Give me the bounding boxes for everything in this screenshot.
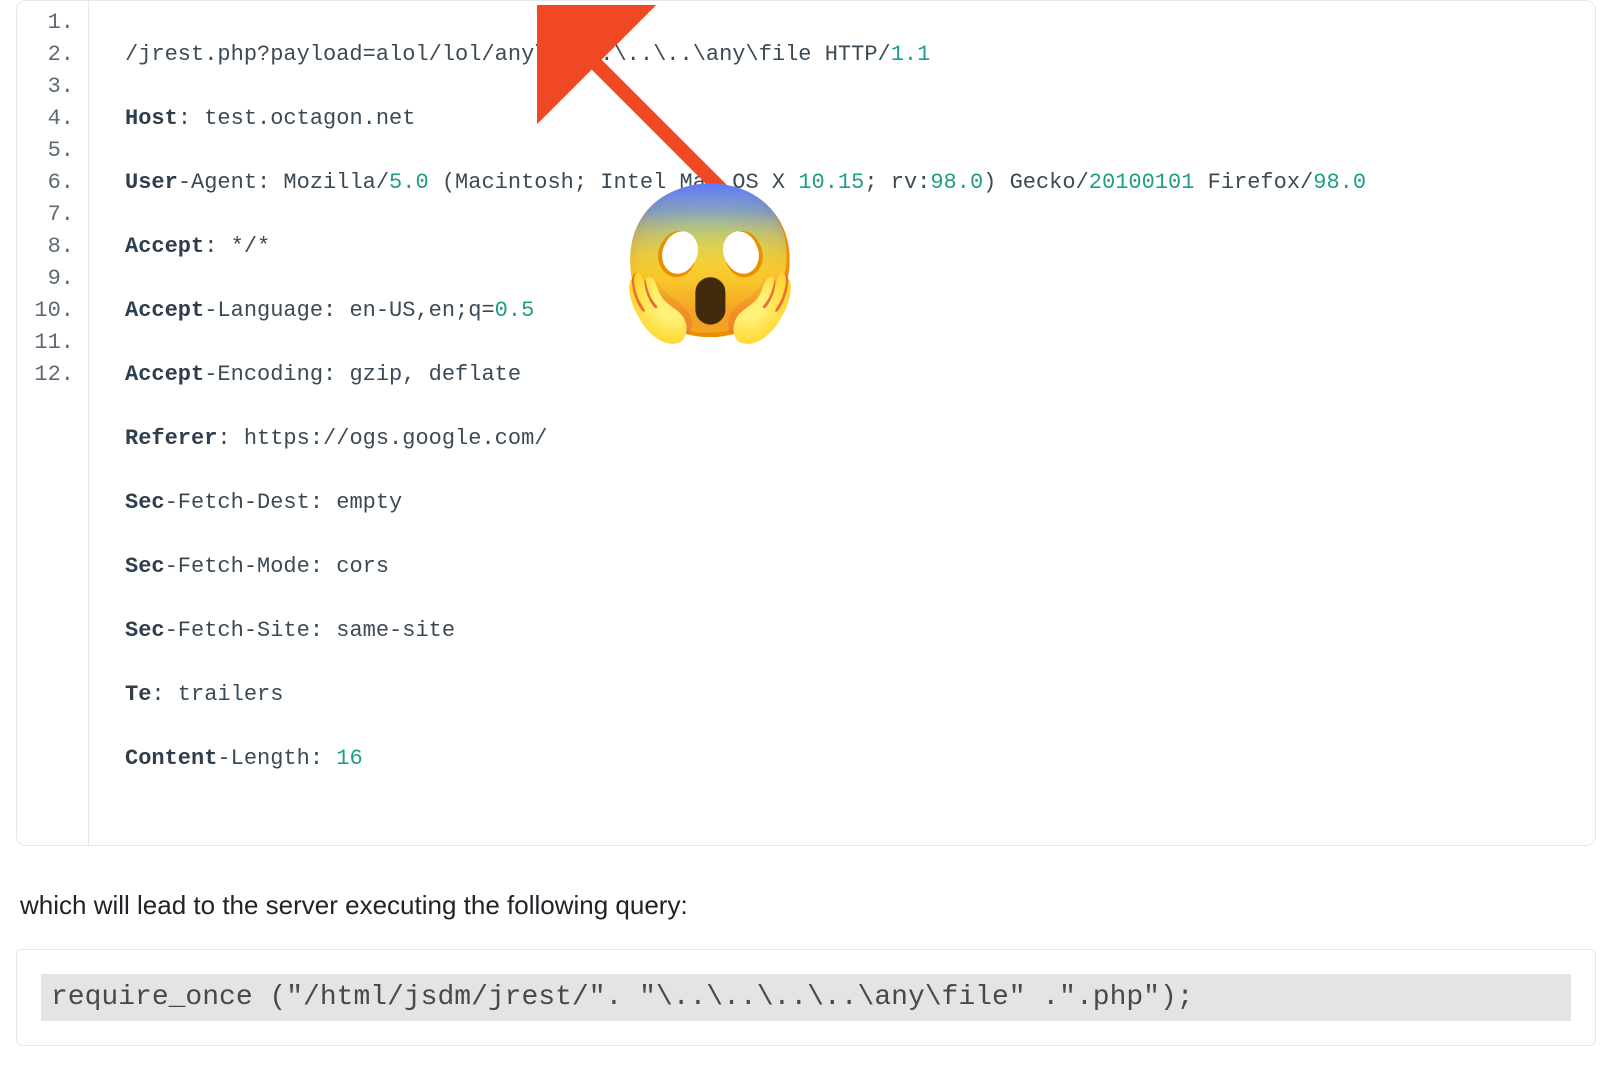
scream-emoji-icon: 😱 — [617, 186, 804, 336]
code-keyword: Content — [125, 746, 217, 771]
code-number: 10.15 — [798, 170, 864, 195]
line-number: 11. — [17, 327, 88, 359]
line-number: 1. — [17, 7, 88, 39]
code-text: -Fetch-Mode: cors — [165, 554, 389, 579]
code-line: Accept-Encoding: gzip, deflate — [125, 359, 1595, 391]
code-number: 1.1 — [891, 42, 931, 67]
code-line: Te: trailers — [125, 679, 1595, 711]
code-text: -Fetch-Dest: empty — [165, 490, 403, 515]
code-content: /jrest.php?payload=alol/lol/any\..\..\..… — [89, 1, 1595, 845]
code-text: ) Gecko/ — [983, 170, 1089, 195]
code-text: -Encoding: gzip, deflate — [204, 362, 521, 387]
code-text: : test.octagon.net — [178, 106, 416, 131]
line-number: 2. — [17, 39, 88, 71]
code-line: /jrest.php?payload=alol/lol/any\..\..\..… — [125, 39, 1595, 71]
code-line: Referer: https://ogs.google.com/ — [125, 423, 1595, 455]
code-line: Sec-Fetch-Mode: cors — [125, 551, 1595, 583]
php-code-line: require_once ("/html/jsdm/jrest/". "\..\… — [41, 974, 1571, 1021]
line-number: 12. — [17, 359, 88, 391]
code-keyword: Accept — [125, 234, 204, 259]
http-request-code-block: 1. 2. 3. 4. 5. 6. 7. 8. 9. 10. 11. 12. /… — [16, 0, 1596, 846]
line-number: 5. — [17, 135, 88, 167]
line-number: 3. — [17, 71, 88, 103]
code-keyword: Referer — [125, 426, 217, 451]
line-number: 7. — [17, 199, 88, 231]
code-number: 0.5 — [495, 298, 535, 323]
code-keyword: Accept — [125, 362, 204, 387]
code-keyword: Host — [125, 106, 178, 131]
line-number: 8. — [17, 231, 88, 263]
code-text: -Language: en-US,en;q= — [204, 298, 494, 323]
code-number: 98.0 — [930, 170, 983, 195]
code-number: 5.0 — [389, 170, 429, 195]
code-text: Firefox/ — [1194, 170, 1313, 195]
line-number: 6. — [17, 167, 88, 199]
code-text: -Length: — [217, 746, 336, 771]
line-number: 9. — [17, 263, 88, 295]
code-line: Content-Length: 16 — [125, 743, 1595, 775]
line-number-gutter: 1. 2. 3. 4. 5. 6. 7. 8. 9. 10. 11. 12. — [17, 1, 89, 845]
code-number: 20100101 — [1089, 170, 1195, 195]
code-keyword: Sec — [125, 618, 165, 643]
line-number: 4. — [17, 103, 88, 135]
code-line: Accept: */* — [125, 231, 1595, 263]
narrative-text: which will lead to the server executing … — [20, 890, 1596, 921]
code-number: 16 — [336, 746, 362, 771]
code-line: Host: test.octagon.net — [125, 103, 1595, 135]
code-keyword: Accept — [125, 298, 204, 323]
line-number: 10. — [17, 295, 88, 327]
code-keyword: Sec — [125, 490, 165, 515]
code-text: : */* — [204, 234, 270, 259]
code-line: User-Agent: Mozilla/5.0 (Macintosh; Inte… — [125, 167, 1595, 199]
code-text: -Agent: Mozilla/ — [178, 170, 389, 195]
code-keyword: Sec — [125, 554, 165, 579]
code-text: ; rv: — [864, 170, 930, 195]
code-number: 98.0 — [1313, 170, 1366, 195]
code-line: Accept-Language: en-US,en;q=0.5 — [125, 295, 1595, 327]
code-text: -Fetch-Site: same-site — [165, 618, 455, 643]
php-result-code-block: require_once ("/html/jsdm/jrest/". "\..\… — [16, 949, 1596, 1046]
code-text: : https://ogs.google.com/ — [217, 426, 547, 451]
code-keyword: User — [125, 170, 178, 195]
code-line: Sec-Fetch-Dest: empty — [125, 487, 1595, 519]
code-text: /jrest.php?payload=alol/lol/any\..\..\..… — [125, 42, 891, 67]
code-line: Sec-Fetch-Site: same-site — [125, 615, 1595, 647]
